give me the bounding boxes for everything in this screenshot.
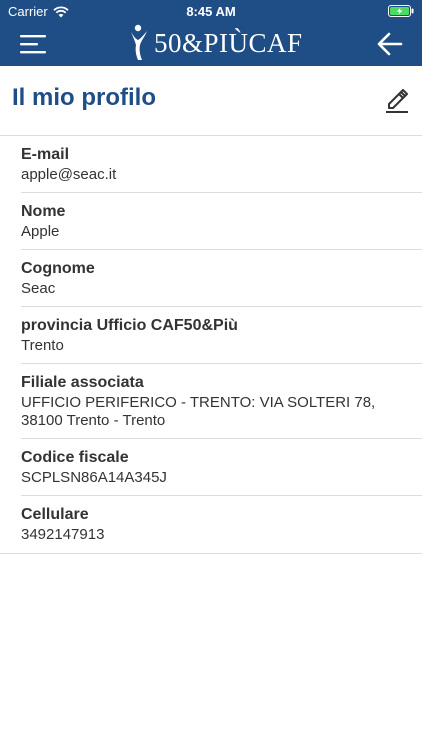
- field-value: apple@seac.it: [21, 166, 117, 183]
- person-figure-icon: [131, 24, 147, 60]
- profile-field-codice-fiscale: Codice fiscale SCPLSN86A14A345J: [0, 439, 422, 496]
- profile-field-cellulare: Cellulare 3492147913: [0, 496, 422, 554]
- app-header: Carrier 8:45 AM 50&PIÙCAF: [0, 0, 422, 66]
- field-label: Cognome: [21, 260, 95, 277]
- field-value: SCPLSN86A14A345J: [21, 469, 167, 486]
- navigation-bar: 50&PIÙCAF: [0, 22, 422, 66]
- profile-field-list: E-mail apple@seac.it Nome Apple Cognome …: [0, 136, 422, 554]
- field-value: 3492147913: [21, 526, 105, 543]
- profile-field-cognome: Cognome Seac: [0, 250, 422, 307]
- field-value: Apple: [21, 223, 60, 240]
- page-title-bar: Il mio profilo: [0, 66, 422, 136]
- field-label: E-mail: [21, 146, 70, 163]
- status-time: 8:45 AM: [186, 4, 236, 19]
- field-label: Cellulare: [21, 506, 89, 523]
- field-label: Codice fiscale: [21, 449, 129, 466]
- profile-field-nome: Nome Apple: [0, 193, 422, 250]
- status-bar: Carrier 8:45 AM: [0, 0, 422, 22]
- hamburger-menu-icon[interactable]: [18, 32, 48, 56]
- arrow-left-icon[interactable]: [376, 31, 404, 57]
- app-logo: 50&PIÙCAF: [128, 24, 303, 62]
- logo-text: 50&PIÙCAF: [154, 27, 303, 58]
- field-value: Trento: [21, 337, 64, 354]
- battery-charging-icon: [388, 5, 414, 17]
- profile-field-email: E-mail apple@seac.it: [0, 136, 422, 193]
- field-value: UFFICIO PERIFERICO - TRENTO: VIA SOLTERI…: [21, 394, 376, 429]
- page-title: Il mio profilo: [12, 84, 156, 111]
- field-value: Seac: [21, 280, 56, 297]
- field-label: Filiale associata: [21, 374, 144, 391]
- field-label: Nome: [21, 203, 66, 220]
- field-label: provincia Ufficio CAF50&Più: [21, 317, 238, 334]
- pencil-icon[interactable]: [384, 85, 410, 113]
- profile-field-provincia: provincia Ufficio CAF50&Più Trento: [0, 307, 422, 364]
- profile-field-filiale: Filiale associata UFFICIO PERIFERICO - T…: [0, 364, 422, 439]
